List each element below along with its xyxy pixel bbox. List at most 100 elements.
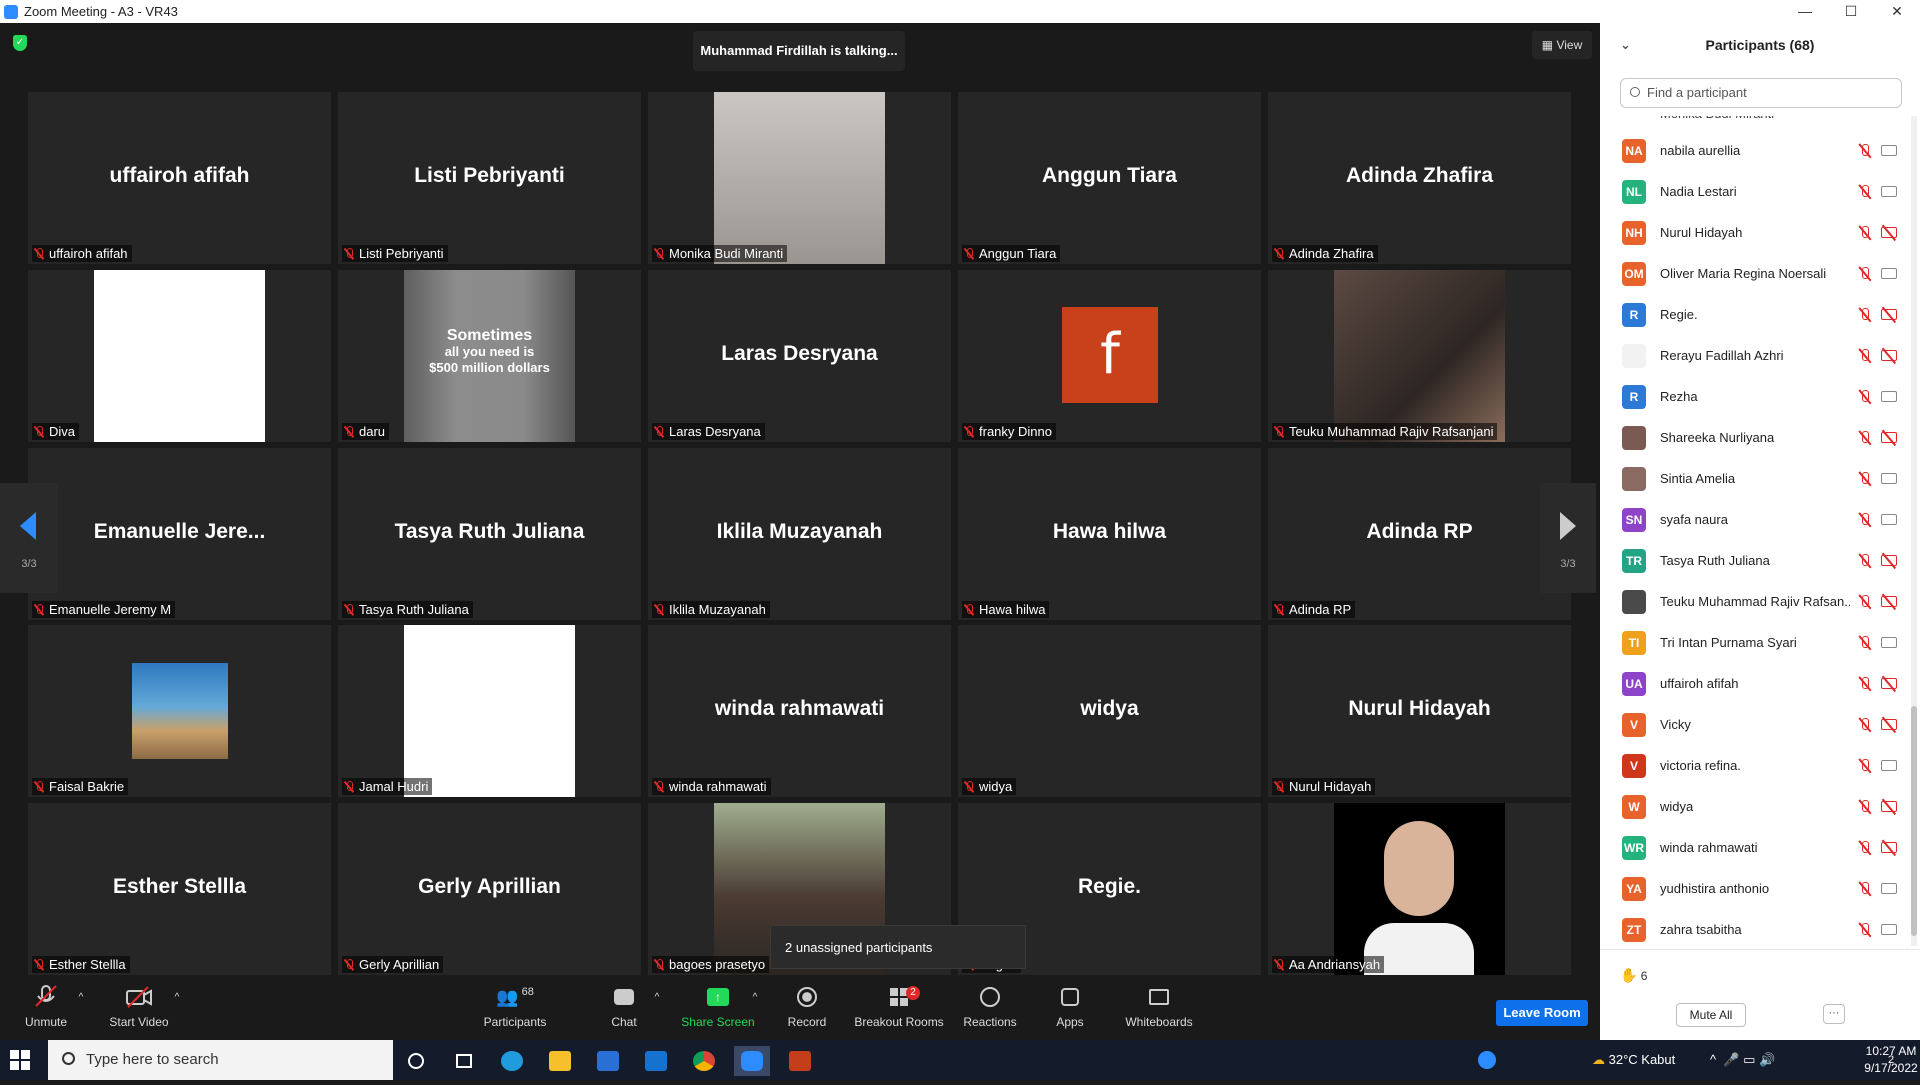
muted-mic-icon[interactable] bbox=[1858, 307, 1872, 322]
muted-mic-icon[interactable] bbox=[1858, 471, 1872, 486]
video-camera-icon[interactable] bbox=[1881, 145, 1897, 156]
video-options-caret[interactable]: ^ bbox=[170, 980, 184, 1040]
participant-row[interactable]: Sintia Amelia bbox=[1600, 458, 1910, 499]
video-tile[interactable]: f franky Dinno bbox=[958, 270, 1261, 442]
participant-row[interactable]: TI Tri Intan Purnama Syari bbox=[1600, 622, 1910, 663]
breakout-rooms-button[interactable]: 2 Breakout Rooms bbox=[852, 980, 946, 1040]
video-camera-icon[interactable] bbox=[1881, 637, 1897, 648]
participant-row[interactable]: OM Oliver Maria Regina Noersali bbox=[1600, 253, 1910, 294]
record-button[interactable]: Record bbox=[782, 980, 832, 1040]
participant-row[interactable]: SN syafa naura bbox=[1600, 499, 1910, 540]
video-tile[interactable]: Teuku Muhammad Rajiv Rafsanjani bbox=[1268, 270, 1571, 442]
windows-start-icon[interactable] bbox=[10, 1050, 30, 1070]
participant-row[interactable]: Teuku Muhammad Rajiv Rafsan... bbox=[1600, 581, 1910, 622]
video-off-icon[interactable] bbox=[1881, 555, 1897, 566]
video-tile[interactable]: Nurul Hidayah Nurul Hidayah bbox=[1268, 625, 1571, 797]
muted-mic-icon[interactable] bbox=[1858, 389, 1872, 404]
video-camera-icon[interactable] bbox=[1881, 473, 1897, 484]
participant-row[interactable]: Shareeka Nurliyana bbox=[1600, 417, 1910, 458]
next-page-button[interactable]: 3/3 bbox=[1540, 483, 1596, 593]
participant-row[interactable]: WR winda rahmawati bbox=[1600, 827, 1910, 868]
maximize-button[interactable]: ☐ bbox=[1828, 0, 1874, 23]
participant-row[interactable]: ZT zahra tsabitha bbox=[1600, 909, 1910, 946]
previous-page-button[interactable]: 3/3 bbox=[0, 483, 58, 593]
chat-options-caret[interactable]: ^ bbox=[650, 980, 664, 1040]
muted-mic-icon[interactable] bbox=[1858, 225, 1872, 240]
video-tile[interactable]: Diva bbox=[28, 270, 331, 442]
muted-mic-icon[interactable] bbox=[1858, 184, 1872, 199]
zoom-taskbar-icon[interactable] bbox=[734, 1046, 770, 1076]
start-video-button[interactable]: Start Video bbox=[104, 980, 174, 1040]
chevron-down-icon[interactable]: ⌄ bbox=[1620, 23, 1631, 67]
participant-row[interactable]: NH Nurul Hidayah bbox=[1600, 212, 1910, 253]
cortana-icon[interactable] bbox=[398, 1046, 434, 1076]
reactions-button[interactable]: Reactions bbox=[960, 980, 1020, 1040]
video-off-icon[interactable] bbox=[1881, 432, 1897, 443]
more-options-button[interactable]: ··· bbox=[1823, 1004, 1845, 1024]
muted-mic-icon[interactable] bbox=[1858, 594, 1872, 609]
muted-mic-icon[interactable] bbox=[1858, 143, 1872, 158]
file-explorer-icon[interactable] bbox=[542, 1046, 578, 1076]
participant-row[interactable]: R Regie. bbox=[1600, 294, 1910, 335]
video-tile[interactable]: Anggun Tiara Anggun Tiara bbox=[958, 92, 1261, 264]
video-camera-icon[interactable] bbox=[1881, 883, 1897, 894]
video-off-icon[interactable] bbox=[1881, 309, 1897, 320]
video-tile[interactable]: Iklila Muzayanah Iklila Muzayanah bbox=[648, 448, 951, 620]
video-tile[interactable]: Adinda RP Adinda RP bbox=[1268, 448, 1571, 620]
video-tile[interactable]: Listi Pebriyanti Listi Pebriyanti bbox=[338, 92, 641, 264]
taskbar-search-input[interactable]: Type here to search bbox=[48, 1040, 393, 1080]
participant-list-scrollbar[interactable] bbox=[1911, 116, 1917, 946]
audio-options-caret[interactable]: ^ bbox=[74, 980, 88, 1040]
unmute-button[interactable]: Unmute bbox=[18, 980, 74, 1040]
close-window-button[interactable]: ✕ bbox=[1874, 0, 1920, 23]
video-off-icon[interactable] bbox=[1881, 350, 1897, 361]
video-tile[interactable]: Gerly Aprillian Gerly Aprillian bbox=[338, 803, 641, 975]
participant-row[interactable]: Wwidya bbox=[1600, 786, 1910, 827]
video-camera-icon[interactable] bbox=[1881, 268, 1897, 279]
system-tray-icons[interactable]: ^ 🎤 ▭ 🔊 bbox=[1710, 1040, 1775, 1080]
video-camera-icon[interactable] bbox=[1881, 514, 1897, 525]
scrollbar-thumb[interactable] bbox=[1911, 706, 1917, 936]
video-tile[interactable]: widya widya bbox=[958, 625, 1261, 797]
muted-mic-icon[interactable] bbox=[1858, 512, 1872, 527]
video-tile[interactable]: Laras Desryana Laras Desryana bbox=[648, 270, 951, 442]
muted-mic-icon[interactable] bbox=[1858, 635, 1872, 650]
participants-button[interactable]: 👥 68 Participants bbox=[480, 980, 550, 1040]
video-tile[interactable]: Faisal Bakrie bbox=[28, 625, 331, 797]
video-tile[interactable]: Tasya Ruth Juliana Tasya Ruth Juliana bbox=[338, 448, 641, 620]
muted-mic-icon[interactable] bbox=[1858, 840, 1872, 855]
powerpoint-icon[interactable] bbox=[782, 1046, 818, 1076]
muted-mic-icon[interactable] bbox=[1858, 799, 1872, 814]
video-tile[interactable]: Aa Andriansyah bbox=[1268, 803, 1571, 975]
participant-row[interactable]: Rerayu Fadillah Azhri bbox=[1600, 335, 1910, 376]
weather-widget[interactable]: ☁ 32°C Kabut bbox=[1592, 1040, 1675, 1080]
muted-mic-icon[interactable] bbox=[1858, 348, 1872, 363]
mail-icon[interactable] bbox=[638, 1046, 674, 1076]
participant-search-input[interactable]: Find a participant bbox=[1620, 78, 1902, 108]
participant-row[interactable]: V Vicky bbox=[1600, 704, 1910, 745]
video-tile[interactable]: Esther Stellla Esther Stellla bbox=[28, 803, 331, 975]
video-camera-icon[interactable] bbox=[1881, 924, 1897, 935]
video-tile[interactable]: winda rahmawati winda rahmawati bbox=[648, 625, 951, 797]
participant-row[interactable]: YA yudhistira anthonio bbox=[1600, 868, 1910, 909]
video-off-icon[interactable] bbox=[1881, 719, 1897, 730]
leave-room-button[interactable]: Leave Room bbox=[1496, 1000, 1588, 1026]
video-off-icon[interactable] bbox=[1881, 227, 1897, 238]
participant-row[interactable]: NL Nadia Lestari bbox=[1600, 171, 1910, 212]
video-tile[interactable]: Monika Budi Miranti bbox=[648, 92, 951, 264]
muted-mic-icon[interactable] bbox=[1858, 717, 1872, 732]
video-camera-icon[interactable] bbox=[1881, 186, 1897, 197]
muted-mic-icon[interactable] bbox=[1858, 922, 1872, 937]
muted-mic-icon[interactable] bbox=[1858, 553, 1872, 568]
notification-center-icon[interactable]: 2 bbox=[1888, 1040, 1894, 1080]
video-camera-icon[interactable] bbox=[1881, 391, 1897, 402]
muted-mic-icon[interactable] bbox=[1858, 758, 1872, 773]
participant-row[interactable]: Vvictoria refina. bbox=[1600, 745, 1910, 786]
share-screen-button[interactable]: ↑ Share Screen bbox=[678, 980, 758, 1040]
whiteboards-button[interactable]: Whiteboards bbox=[1120, 980, 1198, 1040]
participant-row[interactable]: NA nabila aurellia bbox=[1600, 130, 1910, 171]
mute-all-button[interactable]: Mute All bbox=[1676, 1003, 1746, 1027]
minimize-button[interactable]: — bbox=[1782, 0, 1828, 23]
video-tile[interactable]: Emanuelle Jere... Emanuelle Jeremy M bbox=[28, 448, 331, 620]
share-options-caret[interactable]: ^ bbox=[748, 980, 762, 1040]
